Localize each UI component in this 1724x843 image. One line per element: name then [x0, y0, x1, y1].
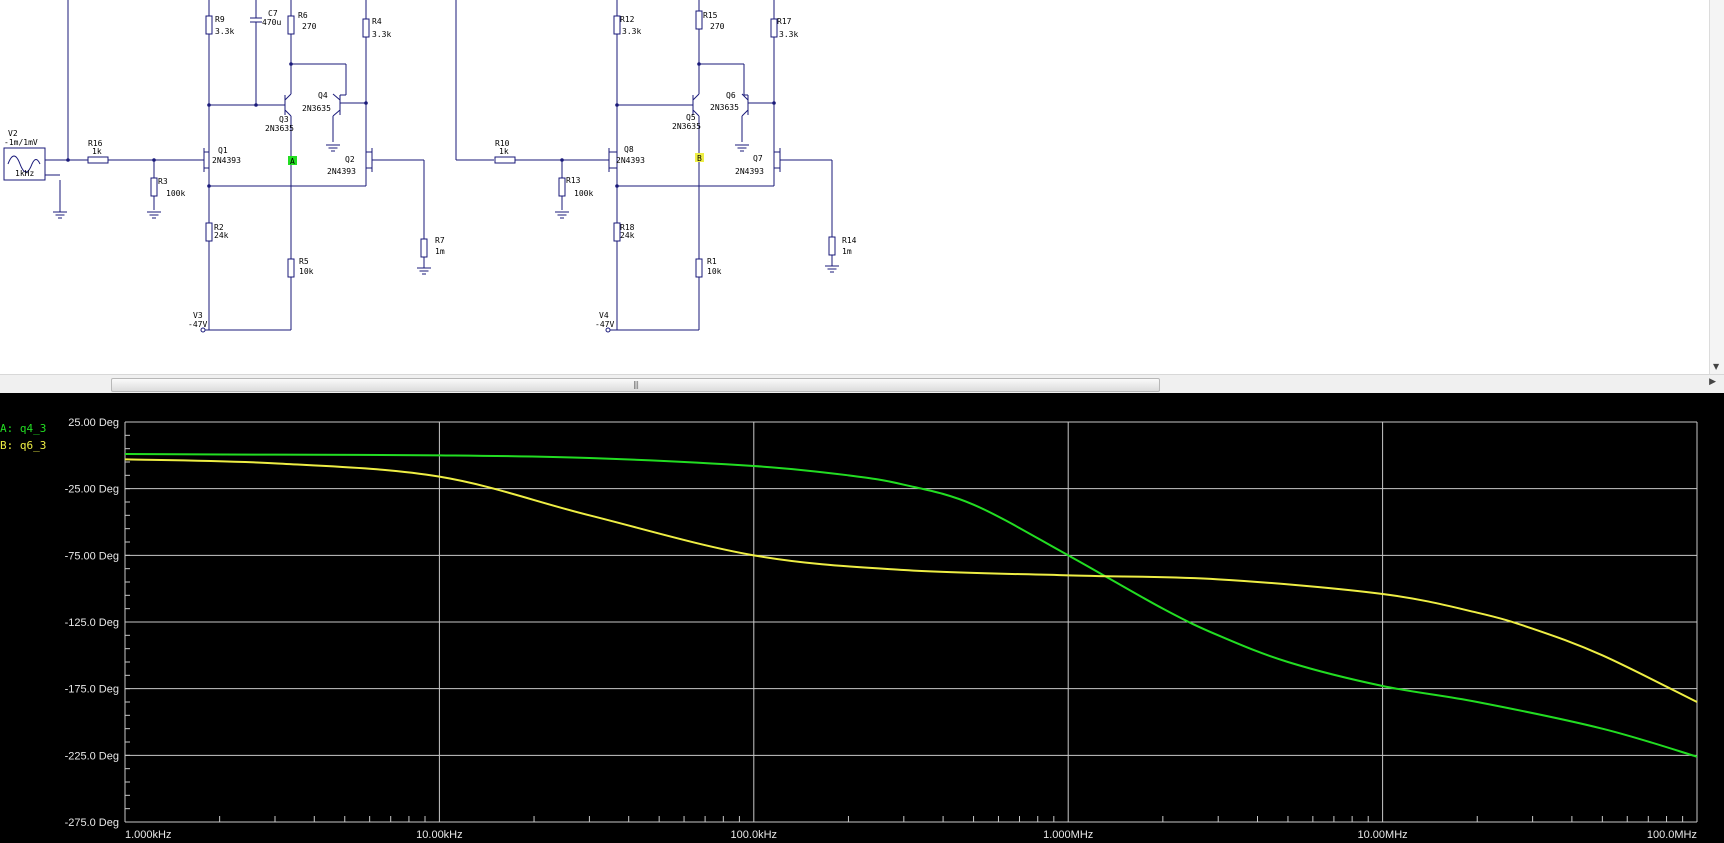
label-Q5-value: 2N3635	[672, 122, 701, 131]
label-Q7-value: 2N4393	[735, 167, 764, 176]
label-Q4-name: Q4	[318, 91, 328, 100]
label-R5-name: R5	[299, 257, 309, 266]
y-tick-label: -175.0 Deg	[65, 684, 119, 696]
y-tick-label: -225.0 Deg	[65, 750, 119, 762]
label-R3-name: R3	[158, 177, 168, 186]
label-R4-name: R4	[372, 17, 382, 26]
vertical-scrollbar[interactable]: ▼	[1709, 0, 1724, 374]
label-V3-name: V3	[193, 311, 203, 320]
label-Q2-name: Q2	[345, 155, 355, 164]
left-stage	[3, 0, 432, 333]
phase-plot-pane[interactable]: A: q4_3 B: q6_3 25.00 Deg -25.00 Deg -75.0…	[0, 400, 1724, 843]
label-R16-value: 1k	[92, 147, 102, 156]
label-R4-value: 3.3k	[372, 30, 391, 39]
scroll-grip-icon: |||	[632, 380, 639, 389]
label-R13-name: R13	[566, 176, 581, 185]
label-V2-value: -1m/1mV	[4, 138, 38, 147]
label-Q5-name: Q5	[686, 113, 696, 122]
component-labels: V2 -1m/1mV 1kHz R16 1k R3 100k R9 3.3k C…	[4, 9, 857, 329]
x-tick-label: 100.0kHz	[731, 829, 777, 841]
label-Q6-name: Q6	[726, 91, 736, 100]
y-tick-label: -125.0 Deg	[65, 617, 119, 629]
label-Q8-value: 2N4393	[616, 156, 645, 165]
label-R15-name: R15	[703, 11, 718, 20]
label-C7-value: 470u	[262, 18, 281, 27]
horizontal-scroll-thumb[interactable]: |||	[111, 378, 1160, 392]
label-R9-value: 3.3k	[215, 27, 234, 36]
schematic-diagram[interactable]: A B V2 -1m/1mV 1kHz R16 1k R3 100k R9 3.…	[0, 0, 1710, 374]
label-R1-name: R1	[707, 257, 717, 266]
label-Q3-value: 2N3635	[265, 124, 294, 133]
label-R7-name: R7	[435, 236, 445, 245]
label-R6-value: 270	[302, 22, 317, 31]
x-tick-label: 10.00kHz	[416, 829, 462, 841]
probe-b-label: B	[697, 154, 702, 163]
label-R2-value: 24k	[214, 231, 229, 240]
label-R17-value: 3.3k	[779, 30, 798, 39]
x-tick-label: 10.00MHz	[1358, 829, 1408, 841]
horizontal-scrollbar[interactable]: ||| ▶	[0, 374, 1724, 393]
x-tick-label: 1.000MHz	[1043, 829, 1093, 841]
label-V4-name: V4	[599, 311, 609, 320]
scroll-right-icon[interactable]: ▶	[1709, 377, 1716, 387]
y-tick-label: -25.00 Deg	[65, 484, 119, 496]
label-R13-value: 100k	[574, 189, 593, 198]
label-R10-value: 1k	[499, 147, 509, 156]
label-Q2-value: 2N4393	[327, 167, 356, 176]
label-R5-value: 10k	[299, 267, 314, 276]
probe-a-label: A	[290, 157, 295, 166]
label-R14-name: R14	[842, 236, 857, 245]
label-V2-freq: 1kHz	[15, 169, 34, 178]
label-V2-name: V2	[8, 129, 18, 138]
label-R18-value: 24k	[620, 231, 635, 240]
junction-dots	[66, 62, 776, 188]
x-tick-label: 1.000kHz	[125, 829, 171, 841]
label-R3-value: 100k	[166, 189, 185, 198]
label-C7-name: C7	[268, 9, 278, 18]
label-V4-value: -47V	[595, 320, 614, 329]
y-tick-label: -275.0 Deg	[65, 817, 119, 829]
x-tick-label: 100.0MHz	[1647, 829, 1697, 841]
label-Q8-name: Q8	[624, 145, 634, 154]
y-tick-label: 25.00 Deg	[68, 417, 119, 429]
label-R6-name: R6	[298, 11, 308, 20]
label-R7-value: 1m	[435, 247, 445, 256]
label-Q1-name: Q1	[218, 146, 228, 155]
series-line-q4_3	[124, 453, 1698, 758]
y-tick-label: -75.00 Deg	[65, 550, 119, 562]
label-R9-name: R9	[215, 15, 225, 24]
schematic-canvas[interactable]: A B V2 -1m/1mV 1kHz R16 1k R3 100k R9 3.…	[0, 0, 1724, 380]
right-stage	[455, 0, 840, 333]
label-Q4-value: 2N3635	[302, 104, 331, 113]
label-Q7-name: Q7	[753, 154, 763, 163]
label-R1-value: 10k	[707, 267, 722, 276]
scroll-down-icon[interactable]: ▼	[1713, 362, 1719, 371]
series-line-q6_3	[124, 458, 1698, 703]
label-V3-value: -47V	[188, 320, 207, 329]
phase-plot-chart[interactable]: 25.00 Deg -25.00 Deg -75.00 Deg -125.0 Deg -…	[0, 400, 1724, 843]
label-Q3-name: Q3	[279, 115, 289, 124]
label-R12-value: 3.3k	[622, 27, 641, 36]
label-R14-value: 1m	[842, 247, 852, 256]
label-R15-value: 270	[710, 22, 725, 31]
label-Q6-value: 2N3635	[710, 103, 739, 112]
label-R12-name: R12	[620, 15, 635, 24]
label-R17-name: R17	[777, 17, 792, 26]
label-Q1-value: 2N4393	[212, 156, 241, 165]
